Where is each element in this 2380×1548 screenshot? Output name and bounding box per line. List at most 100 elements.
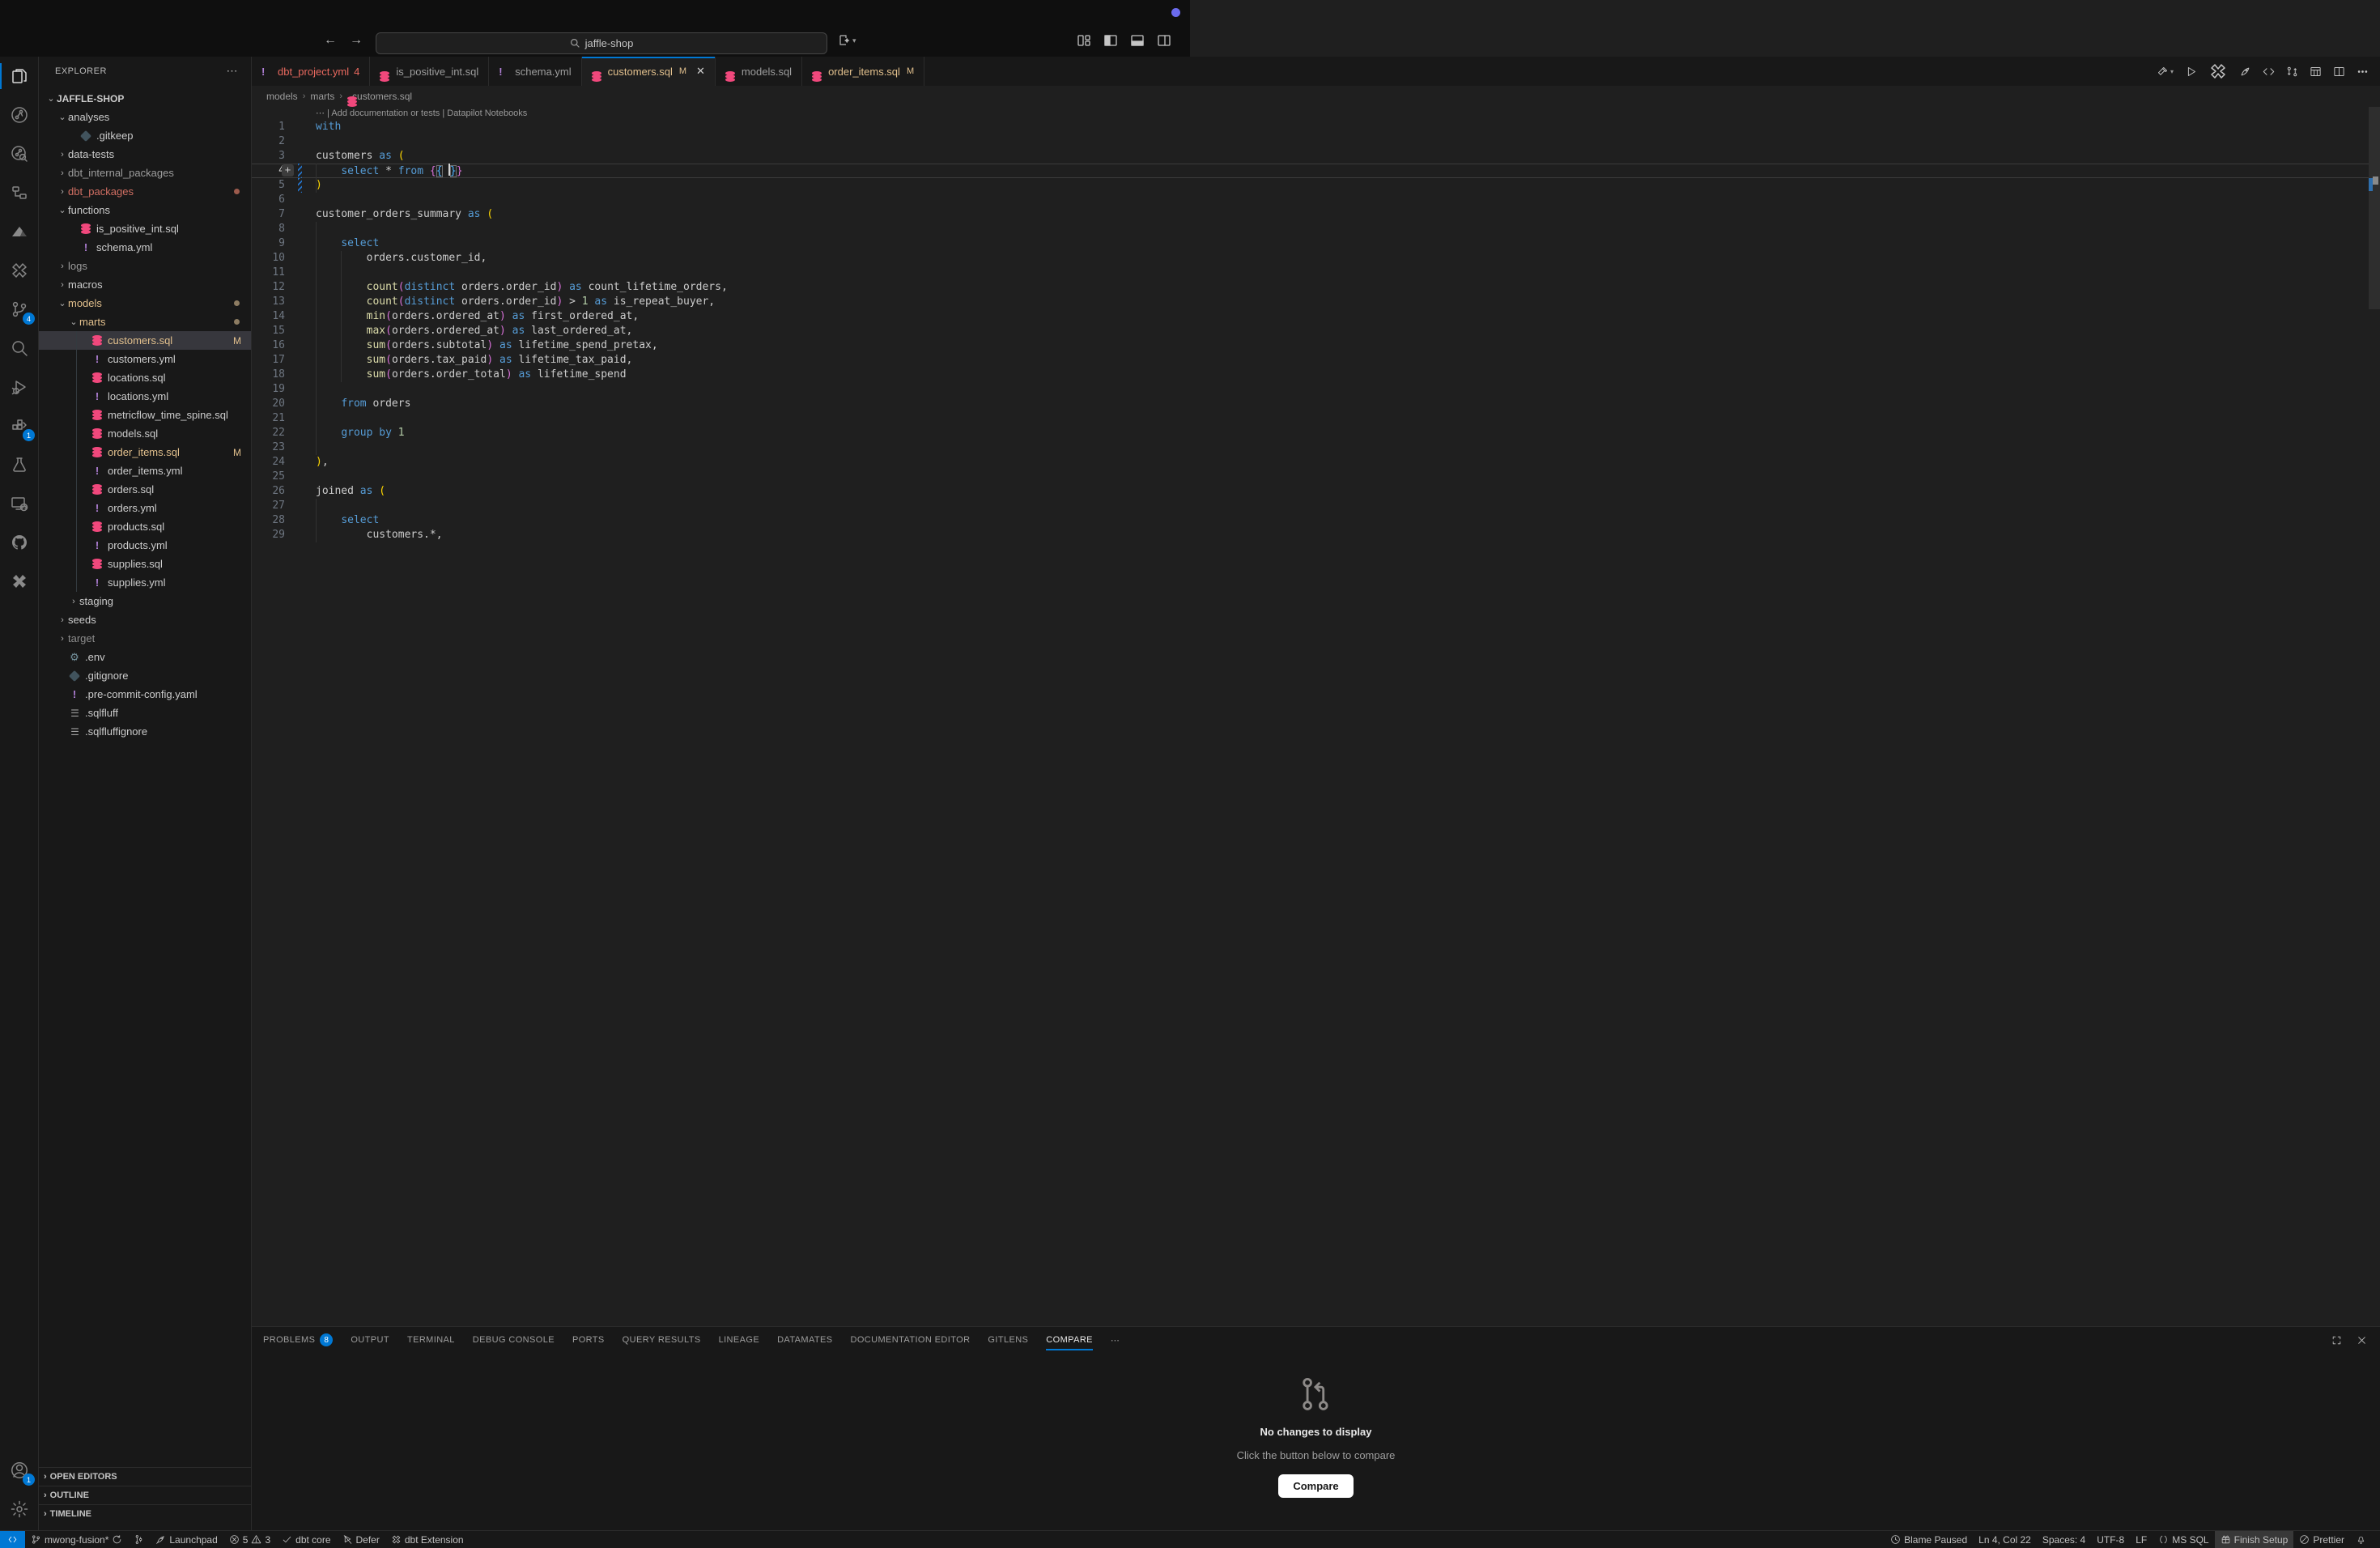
- close-icon[interactable]: ✕: [696, 65, 705, 78]
- code-line-4[interactable]: 4+ select * from {{ }}: [252, 164, 2380, 178]
- breadcrumb-item[interactable]: models: [266, 91, 298, 102]
- tab-dbt-project-yml[interactable]: !dbt_project.yml4: [252, 57, 370, 86]
- tab-models-sql[interactable]: models.sql: [716, 57, 802, 86]
- sidebar-item-marts[interactable]: ⌄marts: [39, 313, 251, 331]
- sidebar-item-dbt-packages[interactable]: ›dbt_packages: [39, 182, 251, 201]
- sidebar-item-order-items-sql[interactable]: order_items.sqlM: [39, 443, 251, 461]
- code-line-19[interactable]: 19: [252, 382, 2380, 397]
- compare-button[interactable]: Compare: [1278, 1474, 1353, 1498]
- sidebar-item-env[interactable]: ⚙.env: [39, 648, 251, 666]
- code-line-17[interactable]: 17 sum(orders.tax_paid) as lifetime_tax_…: [252, 353, 2380, 368]
- sidebar-item-schema-yml[interactable]: !schema.yml: [39, 238, 251, 257]
- code-line-24[interactable]: 24),: [252, 455, 2380, 470]
- code-line-16[interactable]: 16 sum(orders.subtotal) as lifetime_spen…: [252, 338, 2380, 353]
- sidebar-item-locations-sql[interactable]: locations.sql: [39, 368, 251, 387]
- sidebar-item-customers-sql[interactable]: customers.sqlM: [39, 331, 251, 350]
- codelens-actions[interactable]: ⋯ | Add documentation or tests | Datapil…: [252, 107, 2380, 120]
- activity-dbt-query-history[interactable]: [0, 134, 39, 173]
- sidebar-item-orders-yml[interactable]: !orders.yml: [39, 499, 251, 517]
- sidebar-section-open-editors[interactable]: ›OPEN EDITORS: [39, 1467, 251, 1486]
- status-dbt-core[interactable]: dbt core: [276, 1531, 336, 1548]
- panel-tab-lineage[interactable]: LINEAGE: [719, 1327, 760, 1353]
- sidebar-item-models[interactable]: ⌄models: [39, 294, 251, 313]
- dbt-power-user-action-button[interactable]: [2208, 62, 2228, 81]
- status-indentation[interactable]: Spaces: 4: [2037, 1531, 2091, 1548]
- toggle-sidebar-icon[interactable]: [1104, 34, 1117, 47]
- datapilot-button[interactable]: [2239, 66, 2251, 78]
- status-finish-setup[interactable]: Finish Setup: [2215, 1531, 2294, 1548]
- status-dbt-extension[interactable]: dbt Extension: [385, 1531, 470, 1548]
- activity-hierarchy-view[interactable]: [0, 173, 39, 212]
- add-inline-button[interactable]: +: [282, 164, 294, 176]
- code-line-6[interactable]: 6: [252, 193, 2380, 207]
- activity-search[interactable]: [0, 329, 39, 368]
- sidebar-item-sqlfluffignore[interactable]: ☰.sqlfluffignore: [39, 722, 251, 741]
- code-line-11[interactable]: 11: [252, 266, 2380, 280]
- panel-tab-problems[interactable]: PROBLEMS8: [263, 1327, 333, 1353]
- forward-button[interactable]: →: [350, 33, 363, 48]
- run-button[interactable]: [2185, 66, 2197, 78]
- panel-tab-query-results[interactable]: QUERY RESULTS: [623, 1327, 701, 1353]
- toggle-secondary-sidebar-icon[interactable]: [1158, 34, 1171, 47]
- sidebar-item-customers-yml[interactable]: !customers.yml: [39, 350, 251, 368]
- code-line-8[interactable]: 8: [252, 222, 2380, 236]
- status-prettier[interactable]: Prettier: [2293, 1531, 2350, 1548]
- sidebar-item-products-yml[interactable]: !products.yml: [39, 536, 251, 555]
- code-line-12[interactable]: 12 count(distinct orders.order_id) as co…: [252, 280, 2380, 295]
- status-eol[interactable]: LF: [2130, 1531, 2153, 1548]
- code-line-2[interactable]: 2: [252, 134, 2380, 149]
- code-line-13[interactable]: 13 count(distinct orders.order_id) > 1 a…: [252, 295, 2380, 309]
- panel-tab-[interactable]: ⋯: [1111, 1327, 1120, 1353]
- close-panel-icon[interactable]: [2357, 1335, 2367, 1346]
- panel-tab-documentation-editor[interactable]: DOCUMENTATION EDITOR: [850, 1327, 970, 1353]
- sidebar-item-seeds[interactable]: ›seeds: [39, 610, 251, 629]
- toggle-panel-icon[interactable]: [1131, 34, 1144, 47]
- tab-order-items-sql[interactable]: order_items.sqlM: [802, 57, 924, 86]
- sidebar-item-pre-commit-config-yaml[interactable]: !.pre-commit-config.yaml: [39, 685, 251, 704]
- status-cursor-position[interactable]: Ln 4, Col 22: [1973, 1531, 2037, 1548]
- activity-github[interactable]: [0, 523, 39, 562]
- sidebar-item-jaffle-shop[interactable]: ⌄JAFFLE-SHOP: [39, 89, 251, 108]
- sidebar-item-orders-sql[interactable]: orders.sql: [39, 480, 251, 499]
- sidebar-item-supplies-yml[interactable]: !supplies.yml: [39, 573, 251, 592]
- activity-remote-explorer[interactable]: [0, 484, 39, 523]
- breadcrumb-item[interactable]: marts: [310, 91, 334, 102]
- code-line-23[interactable]: 23: [252, 440, 2380, 455]
- status-encoding[interactable]: UTF-8: [2091, 1531, 2130, 1548]
- activity-testing[interactable]: [0, 445, 39, 484]
- sidebar-section-outline[interactable]: ›OUTLINE: [39, 1486, 251, 1504]
- activity-dbt-circle-graph[interactable]: [0, 96, 39, 134]
- activity-explorer[interactable]: [0, 57, 39, 96]
- tab-schema-yml[interactable]: !schema.yml: [489, 57, 581, 86]
- copilot-menu[interactable]: ▾: [838, 34, 856, 47]
- activity-dbt-logo[interactable]: [0, 212, 39, 251]
- maximize-panel-icon[interactable]: [2331, 1335, 2342, 1346]
- code-line-18[interactable]: 18 sum(orders.order_total) as lifetime_s…: [252, 368, 2380, 382]
- command-center-search[interactable]: jaffle-shop: [376, 32, 827, 54]
- code-line-26[interactable]: 26joined as (: [252, 484, 2380, 499]
- sidebar-item-data-tests[interactable]: ›data-tests: [39, 145, 251, 164]
- sidebar-item-staging[interactable]: ›staging: [39, 592, 251, 610]
- activity-extensions[interactable]: 1: [0, 406, 39, 445]
- sidebar-item-models-sql[interactable]: models.sql: [39, 424, 251, 443]
- code-line-7[interactable]: 7customer_orders_summary as (: [252, 207, 2380, 222]
- sidebar-item-sqlfluff[interactable]: ☰.sqlfluff: [39, 704, 251, 722]
- code-line-21[interactable]: 21: [252, 411, 2380, 426]
- code-line-25[interactable]: 25: [252, 470, 2380, 484]
- activity-accounts[interactable]: 1: [0, 1451, 39, 1490]
- build-hammer-button[interactable]: ▾: [2157, 66, 2174, 78]
- sidebar-item-gitkeep[interactable]: .gitkeep: [39, 126, 251, 145]
- panel-tab-debug-console[interactable]: DEBUG CONSOLE: [473, 1327, 555, 1353]
- sidebar-item-macros[interactable]: ›macros: [39, 275, 251, 294]
- status-language-mode[interactable]: MS SQL: [2153, 1531, 2214, 1548]
- sidebar-item-functions[interactable]: ⌄functions: [39, 201, 251, 219]
- breadcrumb[interactable]: models›marts›customers.sql: [252, 86, 2380, 107]
- sidebar-item-logs[interactable]: ›logs: [39, 257, 251, 275]
- panel-tab-terminal[interactable]: TERMINAL: [407, 1327, 455, 1353]
- activity-dbt-power-user[interactable]: [0, 251, 39, 290]
- compiled-code-button[interactable]: [2263, 66, 2275, 78]
- tab-is-positive-int-sql[interactable]: is_positive_int.sql: [370, 57, 489, 86]
- sidebar-item-order-items-yml[interactable]: !order_items.yml: [39, 461, 251, 480]
- sidebar-item-gitignore[interactable]: .gitignore: [39, 666, 251, 685]
- code-line-27[interactable]: 27: [252, 499, 2380, 513]
